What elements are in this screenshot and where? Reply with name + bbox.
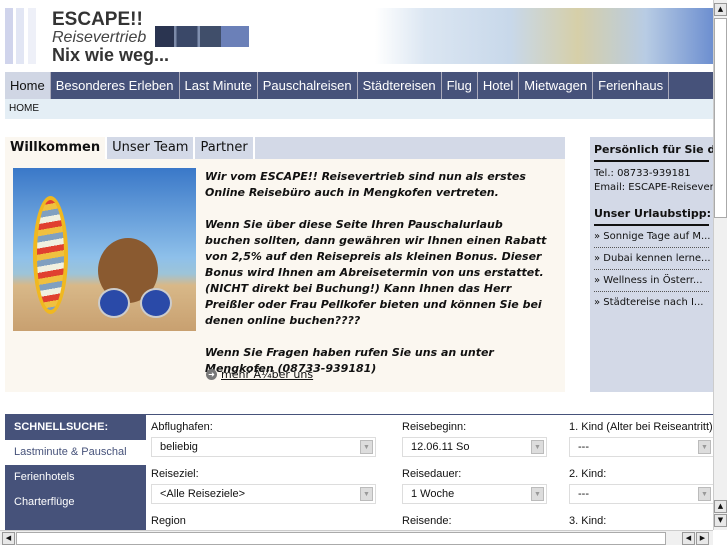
arrow-right-icon: ➜ <box>206 369 217 380</box>
nav-staedtereisen[interactable]: Städtereisen <box>358 72 442 99</box>
reisende-label: Reisende: <box>402 515 452 527</box>
reisebeginn-select[interactable]: 12.06.11 So ▼ <box>402 437 547 457</box>
beach-photo <box>13 168 196 331</box>
reiseziel-select[interactable]: <Alle Reiseziele> ▼ <box>151 484 376 504</box>
tip-link[interactable]: » Sonnige Tage auf M... <box>594 226 710 248</box>
phone: Tel.: 08733-939181 <box>594 168 691 179</box>
search-nav: SCHNELLSUCHE: Lastminute & Pauschal Feri… <box>5 415 146 530</box>
reiseziel-label: Reiseziel: <box>151 468 199 480</box>
horizontal-scrollbar[interactable]: ◀ ◀ ▶ <box>0 530 713 545</box>
search-nav-ferienhotels[interactable]: Ferienhotels <box>5 465 146 490</box>
scroll-up-icon[interactable]: ▲ <box>714 500 727 513</box>
logo-slogan: Nix wie weg... <box>52 45 170 65</box>
kind1-select[interactable]: --- ▼ <box>569 437 713 457</box>
abflughafen-label: Abflughafen: <box>151 421 213 433</box>
more-about-us-link[interactable]: mehr Ã¼ber uns <box>221 368 313 381</box>
scroll-left-icon[interactable]: ◀ <box>682 532 695 545</box>
dropdown-arrow-icon: ▼ <box>531 440 544 454</box>
tips-heading: Unser Urlaubstipp: <box>594 201 711 226</box>
tab-unser-team[interactable]: Unser Team <box>107 137 196 159</box>
search-nav-lastminute[interactable]: Lastminute & Pauschal <box>5 440 146 465</box>
welcome-panel: Willkommen Unser Team Partner Wir vom ES… <box>5 137 565 392</box>
scroll-right-icon[interactable]: ▶ <box>696 532 709 545</box>
reisebeginn-label: Reisebeginn: <box>402 421 467 433</box>
scroll-left-icon[interactable]: ◀ <box>2 532 15 545</box>
breadcrumb: HOME <box>5 99 713 119</box>
abflughafen-select[interactable]: beliebig ▼ <box>151 437 376 457</box>
tip-link[interactable]: » Dubai kennen lerne... <box>594 248 711 270</box>
reisedauer-select[interactable]: 1 Woche ▼ <box>402 484 547 504</box>
welcome-paragraph: Wir vom ESCAPE!! Reisevertrieb sind nun … <box>205 170 526 199</box>
scroll-thumb[interactable] <box>16 532 666 545</box>
sidebar: Persönlich für Sie da Tel.: 08733-939181… <box>590 137 713 392</box>
flip-flop <box>33 196 68 314</box>
search-nav-charterfluege[interactable]: Charterflüge <box>5 490 146 530</box>
nav-home[interactable]: Home <box>5 72 51 99</box>
kind1-value: --- <box>578 441 589 453</box>
kind2-value: --- <box>578 488 589 500</box>
scroll-down-icon[interactable]: ▼ <box>714 514 727 527</box>
main-nav: Home Besonderes Erleben Last Minute Paus… <box>5 72 713 99</box>
nav-hotel[interactable]: Hotel <box>478 72 520 99</box>
welcome-paragraph: Wenn Sie über diese Seite Ihren Pauschal… <box>205 218 547 327</box>
tab-willkommen[interactable]: Willkommen <box>5 137 108 159</box>
reisebeginn-value: 12.06.11 So <box>411 441 470 453</box>
reiseziel-value: <Alle Reiseziele> <box>160 488 245 500</box>
header-banner-image <box>375 8 713 64</box>
kind3-label: 3. Kind: <box>569 515 607 527</box>
dropdown-arrow-icon: ▼ <box>531 487 544 501</box>
kind1-label: 1. Kind (Alter bei Reiseantritt) <box>569 421 713 433</box>
more-about-us[interactable]: ➜ mehr Ã¼ber uns <box>206 368 313 381</box>
reisedauer-value: 1 Woche <box>411 488 455 500</box>
email[interactable]: Email: ESCAPE-Reisevertrieb <box>594 181 713 195</box>
nav-besonderes-erleben[interactable]: Besonderes Erleben <box>51 72 180 99</box>
welcome-text: Wir vom ESCAPE!! Reisevertrieb sind nun … <box>205 169 550 393</box>
dropdown-arrow-icon: ▼ <box>698 487 711 501</box>
vertical-scrollbar[interactable]: ▲ ▲ ▼ <box>713 0 727 530</box>
nav-ferienhaus[interactable]: Ferienhaus <box>593 72 670 99</box>
scroll-thumb[interactable] <box>714 18 727 218</box>
dropdown-arrow-icon: ▼ <box>698 440 711 454</box>
search-title: SCHNELLSUCHE: <box>5 415 146 440</box>
kind2-select[interactable]: --- ▼ <box>569 484 713 504</box>
quick-search: SCHNELLSUCHE: Lastminute & Pauschal Feri… <box>5 414 713 530</box>
tab-bar: Willkommen Unser Team Partner <box>5 137 565 159</box>
abflughafen-value: beliebig <box>160 441 198 453</box>
logo-stripe <box>28 8 36 64</box>
tab-partner[interactable]: Partner <box>195 137 255 159</box>
dropdown-arrow-icon: ▼ <box>360 487 373 501</box>
contact-heading: Persönlich für Sie da <box>594 137 713 162</box>
tip-link[interactable]: » Wellness in Österr... <box>594 270 709 292</box>
logo-title: ESCAPE!! <box>52 9 143 30</box>
scroll-up-icon[interactable]: ▲ <box>714 3 727 16</box>
nav-pauschalreisen[interactable]: Pauschalreisen <box>258 72 358 99</box>
sunglasses <box>98 288 173 318</box>
dropdown-arrow-icon: ▼ <box>360 440 373 454</box>
logo-stripe <box>5 8 13 64</box>
header-photo-strip <box>155 26 249 47</box>
kind2-label: 2. Kind: <box>569 468 607 480</box>
nav-last-minute[interactable]: Last Minute <box>180 72 258 99</box>
reisedauer-label: Reisedauer: <box>402 468 462 480</box>
logo-stripe <box>16 8 24 64</box>
nav-flug[interactable]: Flug <box>442 72 478 99</box>
region-label: Region <box>151 515 186 527</box>
nav-mietwagen[interactable]: Mietwagen <box>519 72 594 99</box>
tip-link[interactable]: » Städtereise nach I... <box>594 292 709 313</box>
